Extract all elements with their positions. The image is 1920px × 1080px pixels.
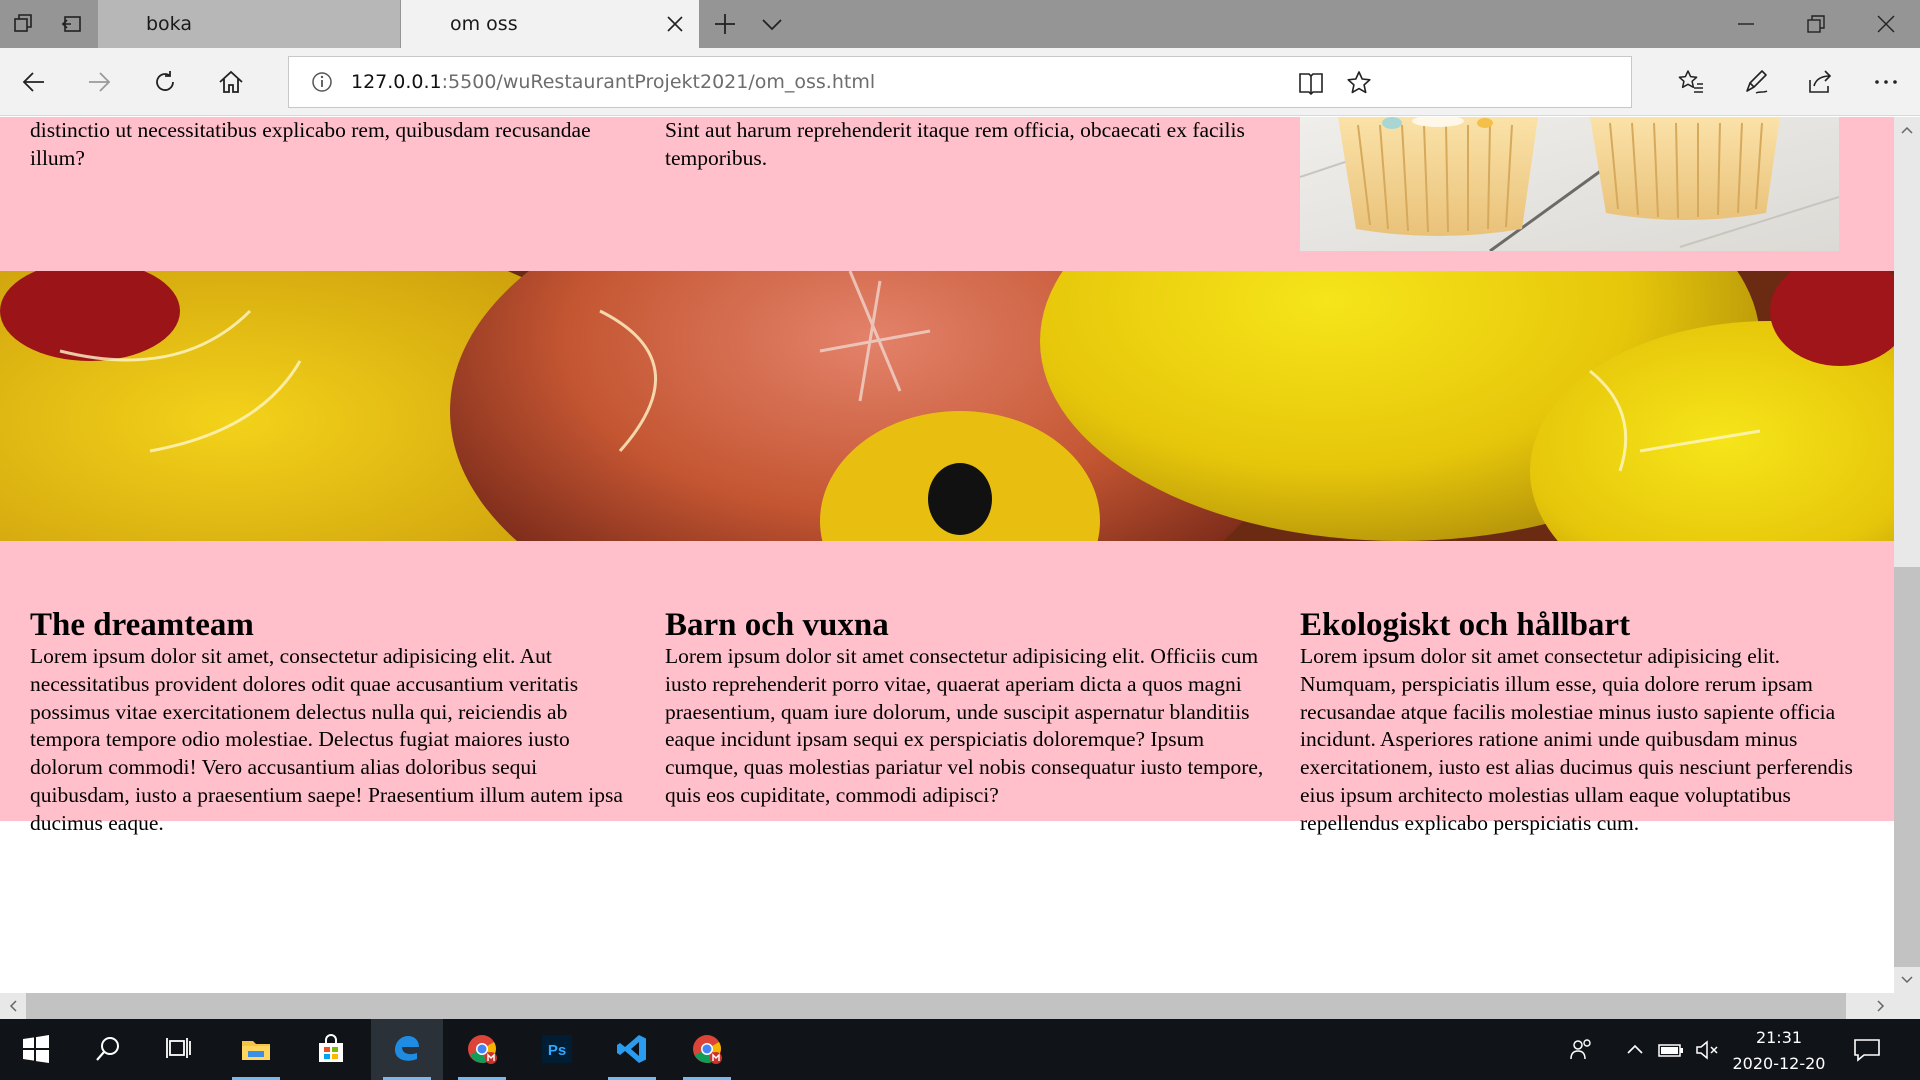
chrome-profile-button[interactable] [671,1019,743,1080]
vertical-scrollbar[interactable] [1894,117,1920,993]
photoshop-icon: Ps [542,1035,572,1063]
file-explorer-button[interactable] [220,1019,292,1080]
scrollbar-thumb[interactable] [1894,567,1920,967]
chevron-down-icon[interactable] [760,12,784,36]
scroll-down-icon[interactable] [1894,967,1920,993]
store-icon [319,1034,343,1062]
taskbar-clock[interactable]: 21:31 2020-12-20 [1724,1025,1834,1077]
edge-icon [395,1036,419,1061]
tab-boka[interactable]: boka [98,0,400,48]
task-view-button[interactable] [144,1019,216,1080]
scrollbar-thumb[interactable] [26,993,1846,1019]
page-viewport: distinctio ut necessitatibus explicabo r… [0,117,1894,993]
tab-label: boka [146,13,192,35]
start-icon [23,1035,49,1063]
pen-icon[interactable] [1742,68,1770,96]
address-bar[interactable]: 127.0.0.1:5500/wuRestaurantProjekt2021/o… [288,56,1632,108]
file-explorer-icon [242,1041,270,1060]
scroll-up-icon[interactable] [1894,117,1920,143]
about-section-top: distinctio ut necessitatibus explicabo r… [0,117,1894,271]
vscode-icon [617,1035,646,1063]
window-close-icon[interactable] [1874,12,1898,36]
more-icon[interactable] [1872,68,1900,96]
scroll-left-icon[interactable] [0,993,26,1019]
start-button[interactable] [0,1019,72,1080]
new-tab-icon[interactable] [713,12,737,36]
column-heading: Ekologiskt och hållbart [1300,607,1631,643]
tab-actions-icon[interactable] [12,12,36,36]
back-icon[interactable] [20,68,48,96]
column-dreamteam: The dreamteam Lorem ipsum dolor sit amet… [30,607,630,838]
task-view-icon [166,1038,191,1058]
people-icon[interactable] [1568,1037,1594,1063]
favorites-hub-icon[interactable] [1677,68,1705,96]
vscode-button[interactable] [596,1019,668,1080]
chevron-up-icon[interactable] [1622,1037,1648,1063]
tab-label: om oss [450,13,518,35]
column-text: Sint aut harum reprehenderit itaque rem … [665,118,1245,170]
forward-icon[interactable] [85,68,113,96]
photoshop-button[interactable]: Ps [521,1019,593,1080]
reading-view-icon[interactable] [1297,69,1325,97]
battery-icon[interactable] [1658,1037,1684,1063]
column-text: Lorem ipsum dolor sit amet consectetur a… [665,644,1264,807]
search-button[interactable] [72,1019,144,1080]
close-icon[interactable] [665,14,685,34]
column-ekologiskt: Ekologiskt och hållbart Lorem ipsum dolo… [1300,607,1880,838]
url-path: :5500/wuRestaurantProjekt2021/om_oss.htm… [441,71,876,93]
browser-tab-bar: boka om oss [0,0,1920,48]
refresh-icon[interactable] [151,68,179,96]
home-icon[interactable] [217,68,245,96]
notification-icon[interactable] [1852,1035,1882,1065]
scroll-right-icon[interactable] [1868,993,1894,1019]
volume-muted-icon[interactable] [1694,1037,1720,1063]
column-text: Lorem ipsum dolor sit amet, consectetur … [30,644,623,835]
edge-button[interactable] [371,1019,443,1080]
tab-om-oss[interactable]: om oss [401,0,699,48]
cupcake-image [1300,117,1839,251]
chrome-button[interactable] [446,1019,518,1080]
store-button[interactable] [295,1019,367,1080]
fruit-banner-image [0,271,1894,541]
column-text: distinctio ut necessitatibus explicabo r… [30,118,591,170]
search-icon [96,1037,119,1061]
url-host: 127.0.0.1 [351,71,442,93]
browser-toolbar: 127.0.0.1:5500/wuRestaurantProjekt2021/o… [0,48,1920,116]
clock-date: 2020-12-20 [1732,1054,1826,1073]
svg-text:Ps: Ps [548,1042,566,1059]
favorite-star-icon[interactable] [1345,69,1373,97]
column-heading: Barn och vuxna [665,607,889,643]
chrome-icon [468,1035,497,1064]
clock-time: 21:31 [1755,1028,1803,1047]
column-text: Lorem ipsum dolor sit amet consectetur a… [1300,644,1853,835]
minimize-icon[interactable] [1734,12,1758,36]
share-icon[interactable] [1806,68,1834,96]
url-text[interactable]: 127.0.0.1:5500/wuRestaurantProjekt2021/o… [351,71,875,93]
horizontal-scrollbar[interactable] [0,993,1920,1019]
column-heading: The dreamteam [30,607,254,643]
column-barn-och-vuxna: Barn och vuxna Lorem ipsum dolor sit ame… [665,607,1265,810]
restore-icon[interactable] [1804,12,1828,36]
set-tabs-aside-icon[interactable] [60,12,84,36]
chrome-icon [693,1035,722,1064]
windows-taskbar: Ps 21:31 2020-12-20 [0,1019,1920,1080]
about-section-columns: The dreamteam Lorem ipsum dolor sit amet… [0,541,1894,835]
info-icon[interactable] [311,71,333,93]
